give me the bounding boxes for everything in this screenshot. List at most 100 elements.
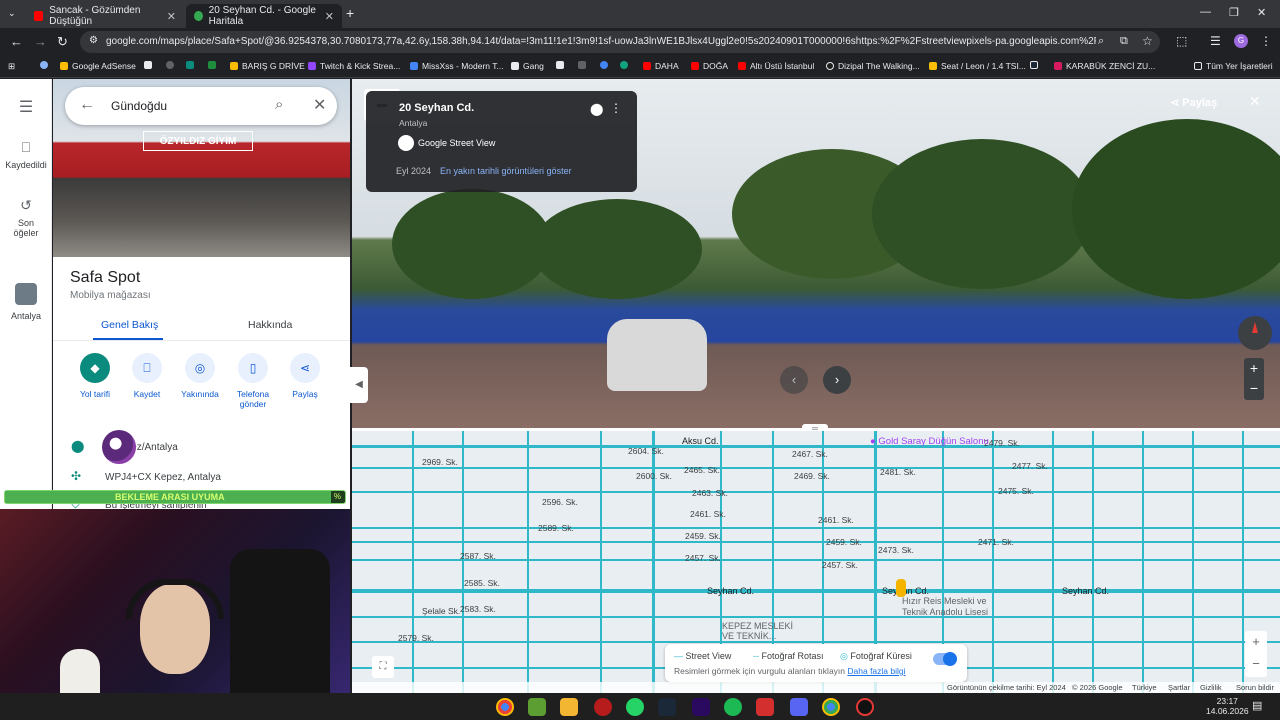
previous-arrow-icon[interactable]: ‹	[780, 366, 808, 394]
extensions-icon[interactable]: ⬚	[1176, 34, 1187, 48]
profile-avatar[interactable]: G	[1234, 34, 1248, 48]
tab-youtube[interactable]: Sancak - Gözümden Düştüğün ✕	[26, 4, 184, 28]
close-window-icon[interactable]: ✕	[1257, 6, 1266, 19]
next-arrow-icon[interactable]: ›	[823, 366, 851, 394]
chrome-taskbar-icon[interactable]	[496, 698, 514, 716]
bookmark-item[interactable]: MissXss - Modern T...	[410, 61, 504, 71]
zoom-icon[interactable]: ⌕	[1098, 35, 1104, 48]
bookmark-icon-only[interactable]	[620, 61, 632, 69]
restore-icon[interactable]: ❐	[1229, 6, 1239, 19]
bookmark-icon-only[interactable]	[556, 61, 568, 69]
hamburger-menu-icon[interactable]: ☰	[0, 97, 52, 117]
minecraft-taskbar-icon[interactable]	[528, 698, 546, 716]
saved-button[interactable]: ⎕ Kaydedildi	[0, 139, 52, 170]
sv-zoom-control[interactable]: + −	[1244, 358, 1264, 400]
poi-kepez-school[interactable]: KEPEZ MESLEKİ VE TEKNİK...	[722, 621, 793, 641]
premiere-taskbar-icon[interactable]	[692, 698, 710, 716]
directions-button[interactable]: ◆ Yol tarifi	[68, 353, 122, 399]
search-box[interactable]: ← Gündoğdu ⌕ ✕	[65, 87, 337, 125]
close-tab-icon[interactable]: ✕	[167, 10, 176, 23]
site-info-icon[interactable]: ⚙	[89, 35, 98, 46]
street-view-coverage-map[interactable]: Aksu Cd. Seyhan Cd. Seyhan Cd. Seyhan Cd…	[352, 431, 1280, 693]
bookmark-item[interactable]: Twitch & Kick Strea...	[308, 61, 400, 71]
map-zoom-control[interactable]: + −	[1245, 631, 1267, 677]
minimize-icon[interactable]: —	[1200, 6, 1211, 18]
bookmark-icon-only[interactable]	[1030, 61, 1042, 69]
bookmark-item[interactable]: Seat / Leon / 1.4 TSI...	[929, 61, 1026, 71]
bookmark-icon-only[interactable]	[578, 61, 590, 69]
bookmark-icon-only[interactable]	[144, 61, 156, 69]
save-button[interactable]: ⎕ Kaydet	[120, 353, 174, 399]
terms-link[interactable]: Şartlar	[1168, 683, 1190, 692]
street-view-panorama[interactable]: ▬ 20 Seyhan Cd. Antalya ⬤ ⋮ Google Stree…	[352, 79, 1280, 429]
menu-icon[interactable]: ⋮	[1260, 34, 1272, 48]
bookmark-item[interactable]: Altı Üstü İstanbul	[738, 61, 814, 71]
bookmark-item[interactable]: DAHA	[643, 61, 679, 71]
app-taskbar-icon[interactable]	[756, 698, 774, 716]
apps-icon[interactable]: ⊞	[8, 61, 15, 72]
compass-icon[interactable]	[1238, 316, 1272, 350]
zoom-in-icon[interactable]: +	[1244, 358, 1264, 378]
bookmark-icon-only[interactable]	[186, 61, 198, 69]
sv-capture-date[interactable]: Eyl 2024	[396, 166, 431, 176]
send-to-phone-button[interactable]: ▯ Telefona gönder	[226, 353, 280, 409]
recent-place-antalya[interactable]: Antalya	[0, 283, 52, 321]
pegman-icon[interactable]	[896, 579, 906, 597]
bookmark-globe-icon[interactable]	[40, 61, 52, 69]
fullscreen-icon[interactable]: ⛶	[372, 656, 394, 678]
bookmark-icon-only[interactable]	[208, 61, 220, 69]
bookmark-item[interactable]: Gang	[511, 61, 544, 71]
location-pin-icon[interactable]: ⬤	[590, 102, 603, 116]
close-street-view-icon[interactable]: ✕	[1249, 93, 1261, 110]
tab-search-icon[interactable]: ⌄	[8, 8, 16, 19]
new-tab-button[interactable]: +	[346, 5, 354, 21]
system-clock[interactable]: 23:17 14.06.2026	[1206, 696, 1249, 716]
bookmark-star-icon[interactable]: ☆	[1142, 34, 1153, 48]
discord-taskbar-icon[interactable]	[790, 698, 808, 716]
privacy-link[interactable]: Gizlilik	[1200, 683, 1222, 692]
obs-taskbar-icon[interactable]	[856, 698, 874, 716]
bookmark-icon-only[interactable]	[166, 61, 178, 69]
bookmark-item[interactable]: Dizipal The Walking...	[826, 61, 920, 71]
close-tab-icon[interactable]: ✕	[325, 10, 334, 23]
more-options-icon[interactable]: ⋮	[610, 101, 622, 115]
bookmark-item[interactable]: DOĞA	[691, 61, 728, 71]
poi-school[interactable]: Hızır Reis Mesleki ve Teknik Anadolu Lis…	[902, 596, 988, 618]
learn-more-link[interactable]: Daha fazla bilgi	[847, 666, 905, 676]
bookmark-item[interactable]: Google AdSense	[60, 61, 136, 71]
install-icon[interactable]: ⧉	[1120, 35, 1128, 48]
file-explorer-taskbar-icon[interactable]	[560, 698, 578, 716]
place-category[interactable]: Mobilya mağazası	[70, 290, 151, 301]
steam-taskbar-icon[interactable]	[658, 698, 676, 716]
bookmark-icon-only[interactable]	[600, 61, 612, 69]
country-link[interactable]: Türkiye	[1132, 683, 1157, 692]
collapse-panel-button[interactable]: ◀	[350, 367, 368, 403]
search-input[interactable]: Gündoğdu	[111, 99, 167, 113]
bookmark-item[interactable]: BARIŞ G DRİVE	[230, 61, 305, 71]
tab-overview[interactable]: Genel Bakış	[101, 319, 158, 331]
opera-taskbar-icon[interactable]	[594, 698, 612, 716]
search-icon[interactable]: ⌕	[275, 96, 283, 113]
poi-wedding-hall[interactable]: ● Gold Saray Düğün Salonu	[870, 436, 989, 447]
address-bar[interactable]: ⚙ google.com/maps/place/Safa+Spot/@36.92…	[80, 31, 1160, 53]
zoom-out-icon[interactable]: −	[1244, 378, 1264, 398]
spotify-taskbar-icon[interactable]	[724, 698, 742, 716]
bookmark-item[interactable]: KARABÜK ZENCİ ZU...	[1054, 61, 1155, 71]
reload-icon[interactable]: ↻	[57, 34, 68, 50]
recent-button[interactable]: ↺ Son öğeler	[0, 197, 52, 238]
notification-icon[interactable]: ▤	[1252, 699, 1262, 712]
close-icon[interactable]: ✕	[313, 95, 326, 115]
nearby-button[interactable]: ◎ Yakınında	[173, 353, 227, 399]
zoom-out-icon[interactable]: −	[1245, 653, 1267, 675]
plus-code-row[interactable]: ✣ WPJ4+CX Kepez, Antalya	[71, 469, 221, 483]
forward-icon[interactable]: →	[34, 34, 47, 49]
see-more-dates-link[interactable]: En yakın tarihli görüntüleri göster	[440, 166, 572, 176]
zoom-in-icon[interactable]: +	[1245, 631, 1267, 653]
report-link[interactable]: Sorun bildir	[1236, 683, 1274, 692]
coverage-toggle[interactable]	[933, 652, 957, 666]
share-button[interactable]: ⋖ Paylaş	[278, 353, 332, 399]
back-icon[interactable]: ←	[10, 34, 23, 49]
back-arrow-icon[interactable]: ←	[79, 96, 95, 114]
tab-about[interactable]: Hakkında	[248, 319, 292, 331]
share-button[interactable]: ⋖ Paylaş	[1170, 96, 1217, 109]
